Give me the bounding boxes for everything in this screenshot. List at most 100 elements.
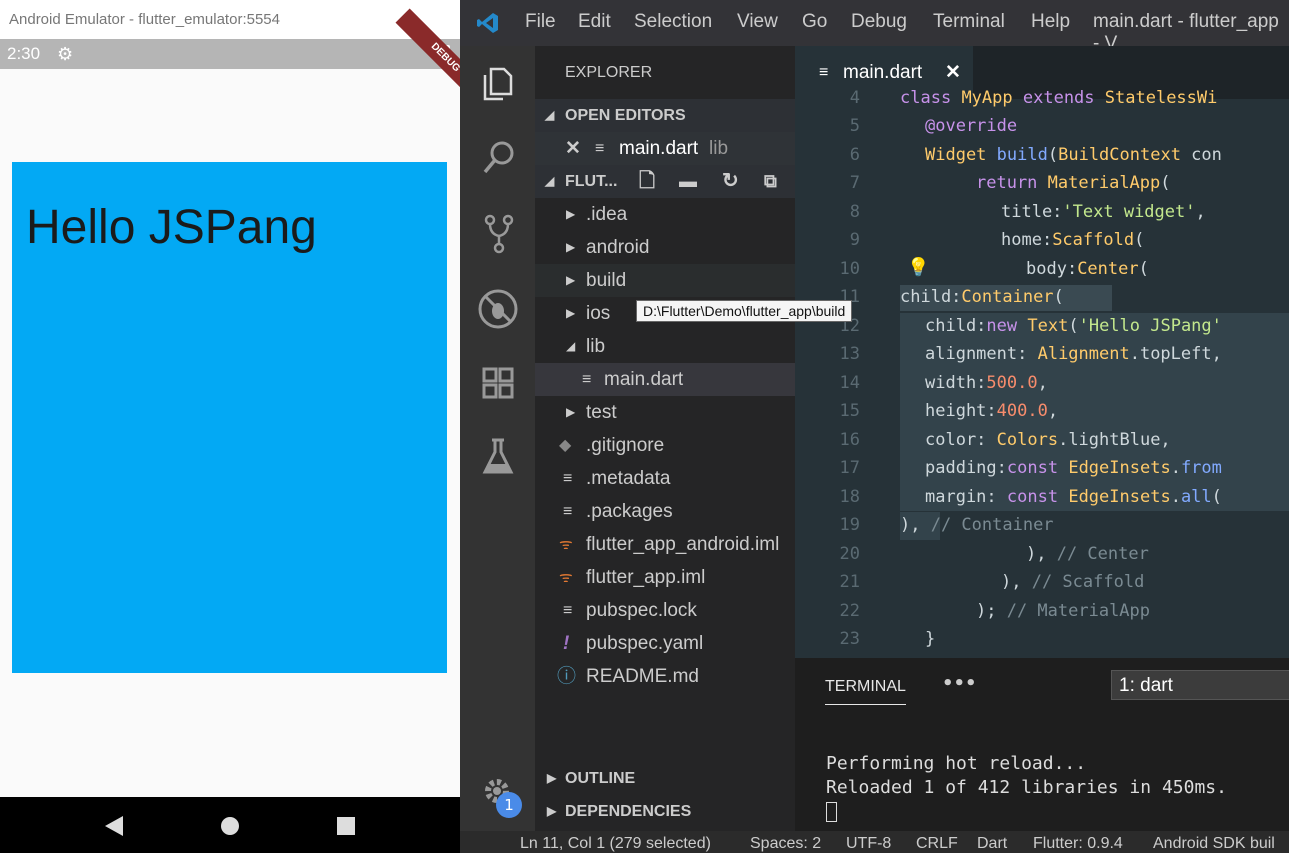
activity-bar: 1 xyxy=(460,46,535,831)
search-icon[interactable] xyxy=(482,140,516,176)
caret-right-icon: ▶ xyxy=(566,405,576,419)
code-line: return MaterialApp( xyxy=(976,173,1171,193)
code-line: child:new Text('Hello JSPang' xyxy=(925,316,1222,336)
open-editors-header[interactable]: ◢ OPEN EDITORS xyxy=(535,99,795,132)
caret-right-icon: ▶ xyxy=(547,771,557,785)
tree-item-build[interactable]: ▶ build xyxy=(535,264,795,297)
line-number: 9 xyxy=(849,230,860,250)
code-line: Widget build(BuildContext con xyxy=(925,145,1222,165)
home-icon[interactable] xyxy=(219,815,241,837)
recents-icon[interactable] xyxy=(335,815,357,837)
device-selector[interactable]: Android SDK buil xyxy=(1153,831,1275,853)
menu-help[interactable]: Help xyxy=(1031,11,1070,33)
code-line: @override xyxy=(925,116,1018,136)
terminal-output-line: Reloaded 1 of 412 libraries in 450ms. xyxy=(826,777,1227,798)
menu-file[interactable]: File xyxy=(525,11,556,33)
rss-icon: ᯤ xyxy=(559,569,573,586)
code-line: body:Center( xyxy=(1026,259,1149,279)
line-number: 16 xyxy=(839,430,860,450)
collapse-all-icon[interactable]: ⧉ xyxy=(764,165,777,198)
tree-item-android[interactable]: ▶ android xyxy=(535,231,795,264)
flutter-version[interactable]: Flutter: 0.9.4 xyxy=(1033,831,1123,853)
terminal-output-line: Performing hot reload... xyxy=(826,753,1087,774)
code-line: padding:const EdgeInsets.from xyxy=(925,458,1222,478)
hello-text: Hello JSPang xyxy=(26,201,317,254)
line-number: 17 xyxy=(839,458,860,478)
project-folder-header[interactable]: ◢ FLUT... 🗋 ▬ ↻ ⧉ xyxy=(535,165,795,198)
line-number: 15 xyxy=(839,401,860,421)
language-mode[interactable]: Dart xyxy=(977,831,1007,853)
tree-item-idea[interactable]: ▶ .idea xyxy=(535,198,795,231)
terminal-tab[interactable]: TERMINAL xyxy=(825,678,906,705)
caret-right-icon: ▶ xyxy=(566,306,576,320)
code-line: ), // Scaffold xyxy=(1001,572,1145,592)
close-icon[interactable]: ✕ xyxy=(565,132,581,165)
outline-header[interactable]: ▶ OUTLINE xyxy=(535,762,795,795)
line-number: 8 xyxy=(849,202,860,222)
cursor-position[interactable]: Ln 11, Col 1 (279 selected) xyxy=(520,831,711,853)
line-number: 21 xyxy=(839,572,860,592)
code-line: ), // Center xyxy=(1026,544,1149,564)
caret-down-icon: ◢ xyxy=(545,174,555,188)
code-line: width:500.0, xyxy=(925,373,1048,393)
tree-item-metadata[interactable]: ≡ .metadata xyxy=(535,462,795,495)
more-actions-icon[interactable]: ••• xyxy=(942,673,977,694)
tree-item-pubspec-yaml[interactable]: ! pubspec.yaml xyxy=(535,627,795,660)
menu-edit[interactable]: Edit xyxy=(578,11,611,33)
title-bar: File Edit Selection View Go Debug Termin… xyxy=(460,0,1289,54)
new-file-icon[interactable]: 🗋 xyxy=(639,165,655,198)
code-line: title:'Text widget', xyxy=(1001,202,1206,222)
line-number: 5 xyxy=(849,116,860,136)
debug-icon[interactable] xyxy=(477,288,519,330)
tree-item-main-dart[interactable]: ≡ main.dart xyxy=(535,363,795,396)
code-line: class MyApp extends StatelessWi xyxy=(900,88,1218,108)
exclamation-icon: ! xyxy=(563,633,570,654)
android-nav-bar xyxy=(0,797,460,853)
tree-item-test[interactable]: ▶ test xyxy=(535,396,795,429)
menu-view[interactable]: View xyxy=(737,11,778,33)
line-number: 13 xyxy=(839,344,860,364)
line-number: 4 xyxy=(849,88,860,108)
new-folder-icon[interactable]: ▬ xyxy=(679,165,697,198)
menu-debug[interactable]: Debug xyxy=(851,11,907,33)
git-icon: ◆ xyxy=(559,437,572,454)
menu-terminal[interactable]: Terminal xyxy=(933,11,1005,33)
code-line: } xyxy=(925,629,936,649)
code-line: height:400.0, xyxy=(925,401,1059,421)
line-number: 7 xyxy=(849,173,860,193)
menu-go[interactable]: Go xyxy=(802,11,827,33)
refresh-icon[interactable]: ↻ xyxy=(722,165,739,198)
encoding[interactable]: UTF-8 xyxy=(846,831,891,853)
android-status-bar: 2:30 ⚙ xyxy=(0,39,460,69)
indent-setting[interactable]: Spaces: 2 xyxy=(750,831,821,853)
tree-item-gitignore[interactable]: ◆ .gitignore xyxy=(535,429,795,462)
tree-item-android-iml[interactable]: ᯤ flutter_app_android.iml xyxy=(535,528,795,561)
file-lines-icon: ≡ xyxy=(582,371,592,388)
path-tooltip: D:\Flutter\Demo\flutter_app\build xyxy=(636,300,853,322)
source-control-icon[interactable] xyxy=(484,214,514,254)
extensions-icon[interactable] xyxy=(481,366,515,400)
test-flask-icon[interactable] xyxy=(482,438,514,476)
file-lines-icon: ≡ xyxy=(563,602,573,619)
line-endings[interactable]: CRLF xyxy=(916,831,958,853)
tree-item-pubspec-lock[interactable]: ≡ pubspec.lock xyxy=(535,594,795,627)
code-line: home:Scaffold( xyxy=(1001,230,1145,250)
code-line: ); // MaterialApp xyxy=(976,601,1151,621)
line-number: 14 xyxy=(839,373,860,393)
file-lines-icon: ≡ xyxy=(563,503,573,520)
tree-item-packages[interactable]: ≡ .packages xyxy=(535,495,795,528)
terminal-cursor xyxy=(826,802,837,822)
terminal-select[interactable]: 1: dart xyxy=(1111,670,1289,700)
lightbulb-icon[interactable]: 💡 xyxy=(907,257,929,278)
code-line: alignment: Alignment.topLeft, xyxy=(925,344,1222,364)
menu-selection[interactable]: Selection xyxy=(634,11,712,33)
files-icon[interactable] xyxy=(482,66,514,102)
dependencies-header[interactable]: ▶ DEPENDENCIES xyxy=(535,795,795,828)
tree-item-lib[interactable]: ◢ lib xyxy=(535,330,795,363)
back-icon[interactable] xyxy=(103,815,125,837)
tree-item-readme[interactable]: ⓘ README.md xyxy=(535,660,795,693)
tree-item-app-iml[interactable]: ᯤ flutter_app.iml xyxy=(535,561,795,594)
terminal-panel: TERMINAL ••• 1: dart Performing hot relo… xyxy=(795,658,1289,831)
file-lines-icon: ≡ xyxy=(563,470,573,487)
open-editor-item[interactable]: ✕ ≡ main.dart lib xyxy=(535,132,795,165)
